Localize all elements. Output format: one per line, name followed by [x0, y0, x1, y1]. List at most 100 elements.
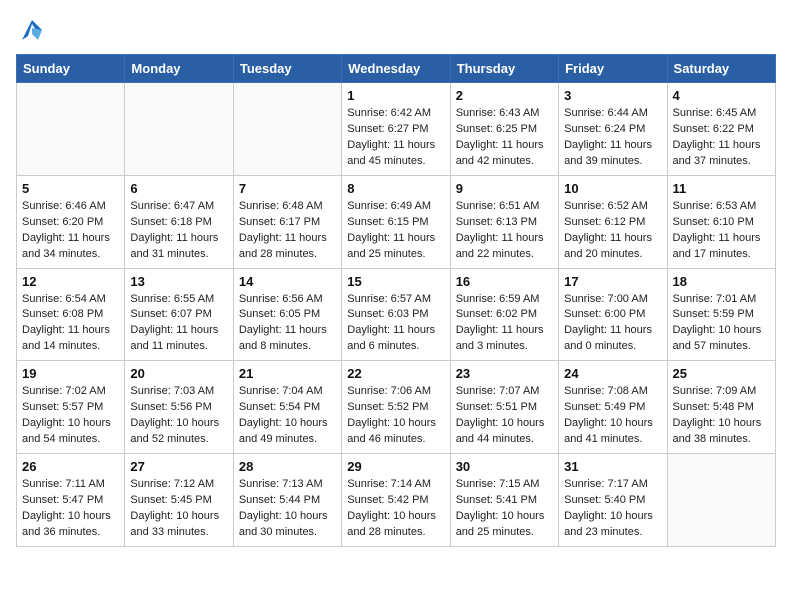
calendar-cell-1-7: 4 Sunrise: 6:45 AM Sunset: 6:22 PM Daylig… — [667, 83, 775, 176]
calendar-cell-4-7: 25Sunrise: 7:09 AM Sunset: 5:48 PM Dayli… — [667, 361, 775, 454]
day-info: Sunrise: 7:06 AM Sunset: 5:52 PM Dayligh… — [347, 384, 444, 448]
day-info: Sunrise: 7:11 AM Sunset: 5:47 PM Dayligh… — [22, 477, 119, 541]
day-number: 10 — [564, 181, 661, 196]
day-info: Sunrise: 6:55 AM Sunset: 6:07 PM Dayligh… — [130, 292, 227, 356]
calendar-cell-5-4: 29Sunrise: 7:14 AM Sunset: 5:42 PM Dayli… — [342, 454, 450, 547]
calendar-cell-4-4: 22 Sunrise: 7:06 AM Sunset: 5:52 PM Dayli… — [342, 361, 450, 454]
day-number: 11 — [673, 181, 770, 196]
calendar-header-row: SundayMondayTuesdayWednesdayThursdayFrid… — [17, 55, 776, 83]
day-number: 14 — [239, 274, 336, 289]
day-info: Sunrise: 7:04 AM Sunset: 5:54 PM Dayligh… — [239, 384, 336, 448]
calendar-cell-4-2: 20 Sunrise: 7:03 AM Sunset: 5:56 PM Dayli… — [125, 361, 233, 454]
calendar-cell-5-2: 27 Sunrise: 7:12 AM Sunset: 5:45 PM Dayli… — [125, 454, 233, 547]
calendar-cell-2-6: 10 Sunrise: 6:52 AM Sunset: 6:12 PM Dayli… — [559, 175, 667, 268]
day-number: 17 — [564, 274, 661, 289]
day-info: Sunrise: 7:15 AM Sunset: 5:41 PM Dayligh… — [456, 477, 553, 541]
day-number: 1 — [347, 88, 444, 103]
day-number: 28 — [239, 459, 336, 474]
day-info: Sunrise: 6:49 AM Sunset: 6:15 PM Dayligh… — [347, 199, 444, 263]
calendar-cell-3-4: 15 Sunrise: 6:57 AM Sunset: 6:03 PM Dayli… — [342, 268, 450, 361]
day-info: Sunrise: 7:12 AM Sunset: 5:45 PM Dayligh… — [130, 477, 227, 541]
calendar-cell-4-1: 19 Sunrise: 7:02 AM Sunset: 5:57 PM Dayli… — [17, 361, 125, 454]
logo-icon — [18, 16, 46, 44]
day-info: Sunrise: 6:53 AM Sunset: 6:10 PM Dayligh… — [673, 199, 770, 263]
calendar-header-friday: Friday — [559, 55, 667, 83]
day-info: Sunrise: 6:45 AM Sunset: 6:22 PM Dayligh… — [673, 106, 770, 170]
day-info: Sunrise: 6:43 AM Sunset: 6:25 PM Dayligh… — [456, 106, 553, 170]
day-number: 21 — [239, 366, 336, 381]
calendar-cell-3-7: 18Sunrise: 7:01 AM Sunset: 5:59 PM Dayli… — [667, 268, 775, 361]
day-number: 7 — [239, 181, 336, 196]
day-number: 3 — [564, 88, 661, 103]
day-info: Sunrise: 6:42 AM Sunset: 6:27 PM Dayligh… — [347, 106, 444, 170]
day-number: 24 — [564, 366, 661, 381]
calendar-cell-2-7: 11 Sunrise: 6:53 AM Sunset: 6:10 PM Dayli… — [667, 175, 775, 268]
calendar-cell-1-5: 2 Sunrise: 6:43 AM Sunset: 6:25 PM Daylig… — [450, 83, 558, 176]
day-info: Sunrise: 7:02 AM Sunset: 5:57 PM Dayligh… — [22, 384, 119, 448]
day-number: 19 — [22, 366, 119, 381]
day-info: Sunrise: 7:17 AM Sunset: 5:40 PM Dayligh… — [564, 477, 661, 541]
day-number: 6 — [130, 181, 227, 196]
day-info: Sunrise: 7:09 AM Sunset: 5:48 PM Dayligh… — [673, 384, 770, 448]
day-number: 15 — [347, 274, 444, 289]
day-info: Sunrise: 6:54 AM Sunset: 6:08 PM Dayligh… — [22, 292, 119, 356]
calendar-week-3: 12 Sunrise: 6:54 AM Sunset: 6:08 PM Dayli… — [17, 268, 776, 361]
day-info: Sunrise: 6:57 AM Sunset: 6:03 PM Dayligh… — [347, 292, 444, 356]
calendar-table: SundayMondayTuesdayWednesdayThursdayFrid… — [16, 54, 776, 547]
calendar-header-thursday: Thursday — [450, 55, 558, 83]
calendar-cell-1-4: 1 Sunrise: 6:42 AM Sunset: 6:27 PM Daylig… — [342, 83, 450, 176]
calendar-cell-2-3: 7 Sunrise: 6:48 AM Sunset: 6:17 PM Daylig… — [233, 175, 341, 268]
calendar-header-wednesday: Wednesday — [342, 55, 450, 83]
day-info: Sunrise: 6:52 AM Sunset: 6:12 PM Dayligh… — [564, 199, 661, 263]
day-info: Sunrise: 6:48 AM Sunset: 6:17 PM Dayligh… — [239, 199, 336, 263]
calendar-cell-4-3: 21 Sunrise: 7:04 AM Sunset: 5:54 PM Dayli… — [233, 361, 341, 454]
calendar-cell-5-5: 30 Sunrise: 7:15 AM Sunset: 5:41 PM Dayli… — [450, 454, 558, 547]
day-info: Sunrise: 7:08 AM Sunset: 5:49 PM Dayligh… — [564, 384, 661, 448]
day-number: 9 — [456, 181, 553, 196]
calendar-header-saturday: Saturday — [667, 55, 775, 83]
day-info: Sunrise: 7:03 AM Sunset: 5:56 PM Dayligh… — [130, 384, 227, 448]
calendar-week-5: 26 Sunrise: 7:11 AM Sunset: 5:47 PM Dayli… — [17, 454, 776, 547]
page-container: SundayMondayTuesdayWednesdayThursdayFrid… — [0, 0, 792, 557]
calendar-cell-1-2 — [125, 83, 233, 176]
day-number: 18 — [673, 274, 770, 289]
day-info: Sunrise: 6:47 AM Sunset: 6:18 PM Dayligh… — [130, 199, 227, 263]
header — [16, 16, 776, 44]
day-number: 22 — [347, 366, 444, 381]
calendar-week-2: 5Sunrise: 6:46 AM Sunset: 6:20 PM Daylig… — [17, 175, 776, 268]
calendar-cell-3-5: 16Sunrise: 6:59 AM Sunset: 6:02 PM Dayli… — [450, 268, 558, 361]
day-number: 4 — [673, 88, 770, 103]
day-number: 31 — [564, 459, 661, 474]
day-info: Sunrise: 7:00 AM Sunset: 6:00 PM Dayligh… — [564, 292, 661, 356]
day-number: 27 — [130, 459, 227, 474]
day-number: 13 — [130, 274, 227, 289]
day-number: 8 — [347, 181, 444, 196]
day-info: Sunrise: 7:07 AM Sunset: 5:51 PM Dayligh… — [456, 384, 553, 448]
calendar-week-1: 1 Sunrise: 6:42 AM Sunset: 6:27 PM Daylig… — [17, 83, 776, 176]
day-number: 12 — [22, 274, 119, 289]
calendar-cell-4-6: 24 Sunrise: 7:08 AM Sunset: 5:49 PM Dayli… — [559, 361, 667, 454]
calendar-cell-2-5: 9Sunrise: 6:51 AM Sunset: 6:13 PM Daylig… — [450, 175, 558, 268]
calendar-cell-3-3: 14 Sunrise: 6:56 AM Sunset: 6:05 PM Dayli… — [233, 268, 341, 361]
calendar-cell-5-3: 28Sunrise: 7:13 AM Sunset: 5:44 PM Dayli… — [233, 454, 341, 547]
day-number: 30 — [456, 459, 553, 474]
day-number: 2 — [456, 88, 553, 103]
day-number: 20 — [130, 366, 227, 381]
calendar-cell-5-7 — [667, 454, 775, 547]
logo — [16, 16, 46, 44]
calendar-cell-5-1: 26 Sunrise: 7:11 AM Sunset: 5:47 PM Dayli… — [17, 454, 125, 547]
day-info: Sunrise: 6:44 AM Sunset: 6:24 PM Dayligh… — [564, 106, 661, 170]
day-info: Sunrise: 6:56 AM Sunset: 6:05 PM Dayligh… — [239, 292, 336, 356]
calendar-cell-1-3 — [233, 83, 341, 176]
calendar-cell-3-1: 12 Sunrise: 6:54 AM Sunset: 6:08 PM Dayli… — [17, 268, 125, 361]
day-number: 26 — [22, 459, 119, 474]
day-info: Sunrise: 7:14 AM Sunset: 5:42 PM Dayligh… — [347, 477, 444, 541]
calendar-cell-1-1 — [17, 83, 125, 176]
calendar-cell-3-6: 17 Sunrise: 7:00 AM Sunset: 6:00 PM Dayli… — [559, 268, 667, 361]
calendar-cell-4-5: 23Sunrise: 7:07 AM Sunset: 5:51 PM Dayli… — [450, 361, 558, 454]
calendar-cell-3-2: 13 Sunrise: 6:55 AM Sunset: 6:07 PM Dayli… — [125, 268, 233, 361]
calendar-week-4: 19 Sunrise: 7:02 AM Sunset: 5:57 PM Dayli… — [17, 361, 776, 454]
calendar-cell-2-1: 5Sunrise: 6:46 AM Sunset: 6:20 PM Daylig… — [17, 175, 125, 268]
day-info: Sunrise: 6:46 AM Sunset: 6:20 PM Dayligh… — [22, 199, 119, 263]
day-info: Sunrise: 6:59 AM Sunset: 6:02 PM Dayligh… — [456, 292, 553, 356]
